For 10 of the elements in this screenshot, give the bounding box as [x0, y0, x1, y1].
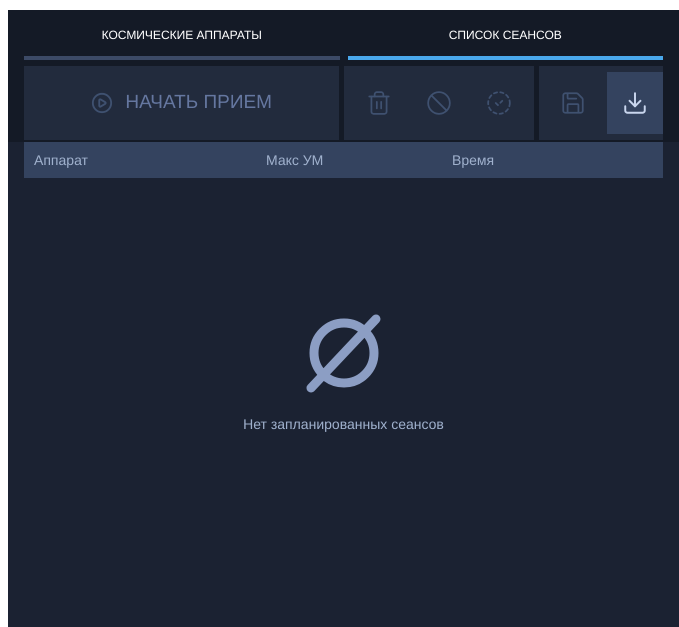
play-icon [91, 92, 114, 114]
dashed-check-circle-icon [486, 90, 512, 116]
prohibited-icon [426, 90, 452, 116]
column-header: Аппарат [33, 150, 89, 170]
trash-icon [366, 90, 392, 116]
tray-download-icon [622, 90, 648, 116]
column-header: Макс УМ [266, 150, 324, 170]
column-header: Время [452, 150, 494, 170]
import-button[interactable] [607, 72, 663, 134]
empty-message: Нет запланированных сеансов [243, 415, 444, 434]
